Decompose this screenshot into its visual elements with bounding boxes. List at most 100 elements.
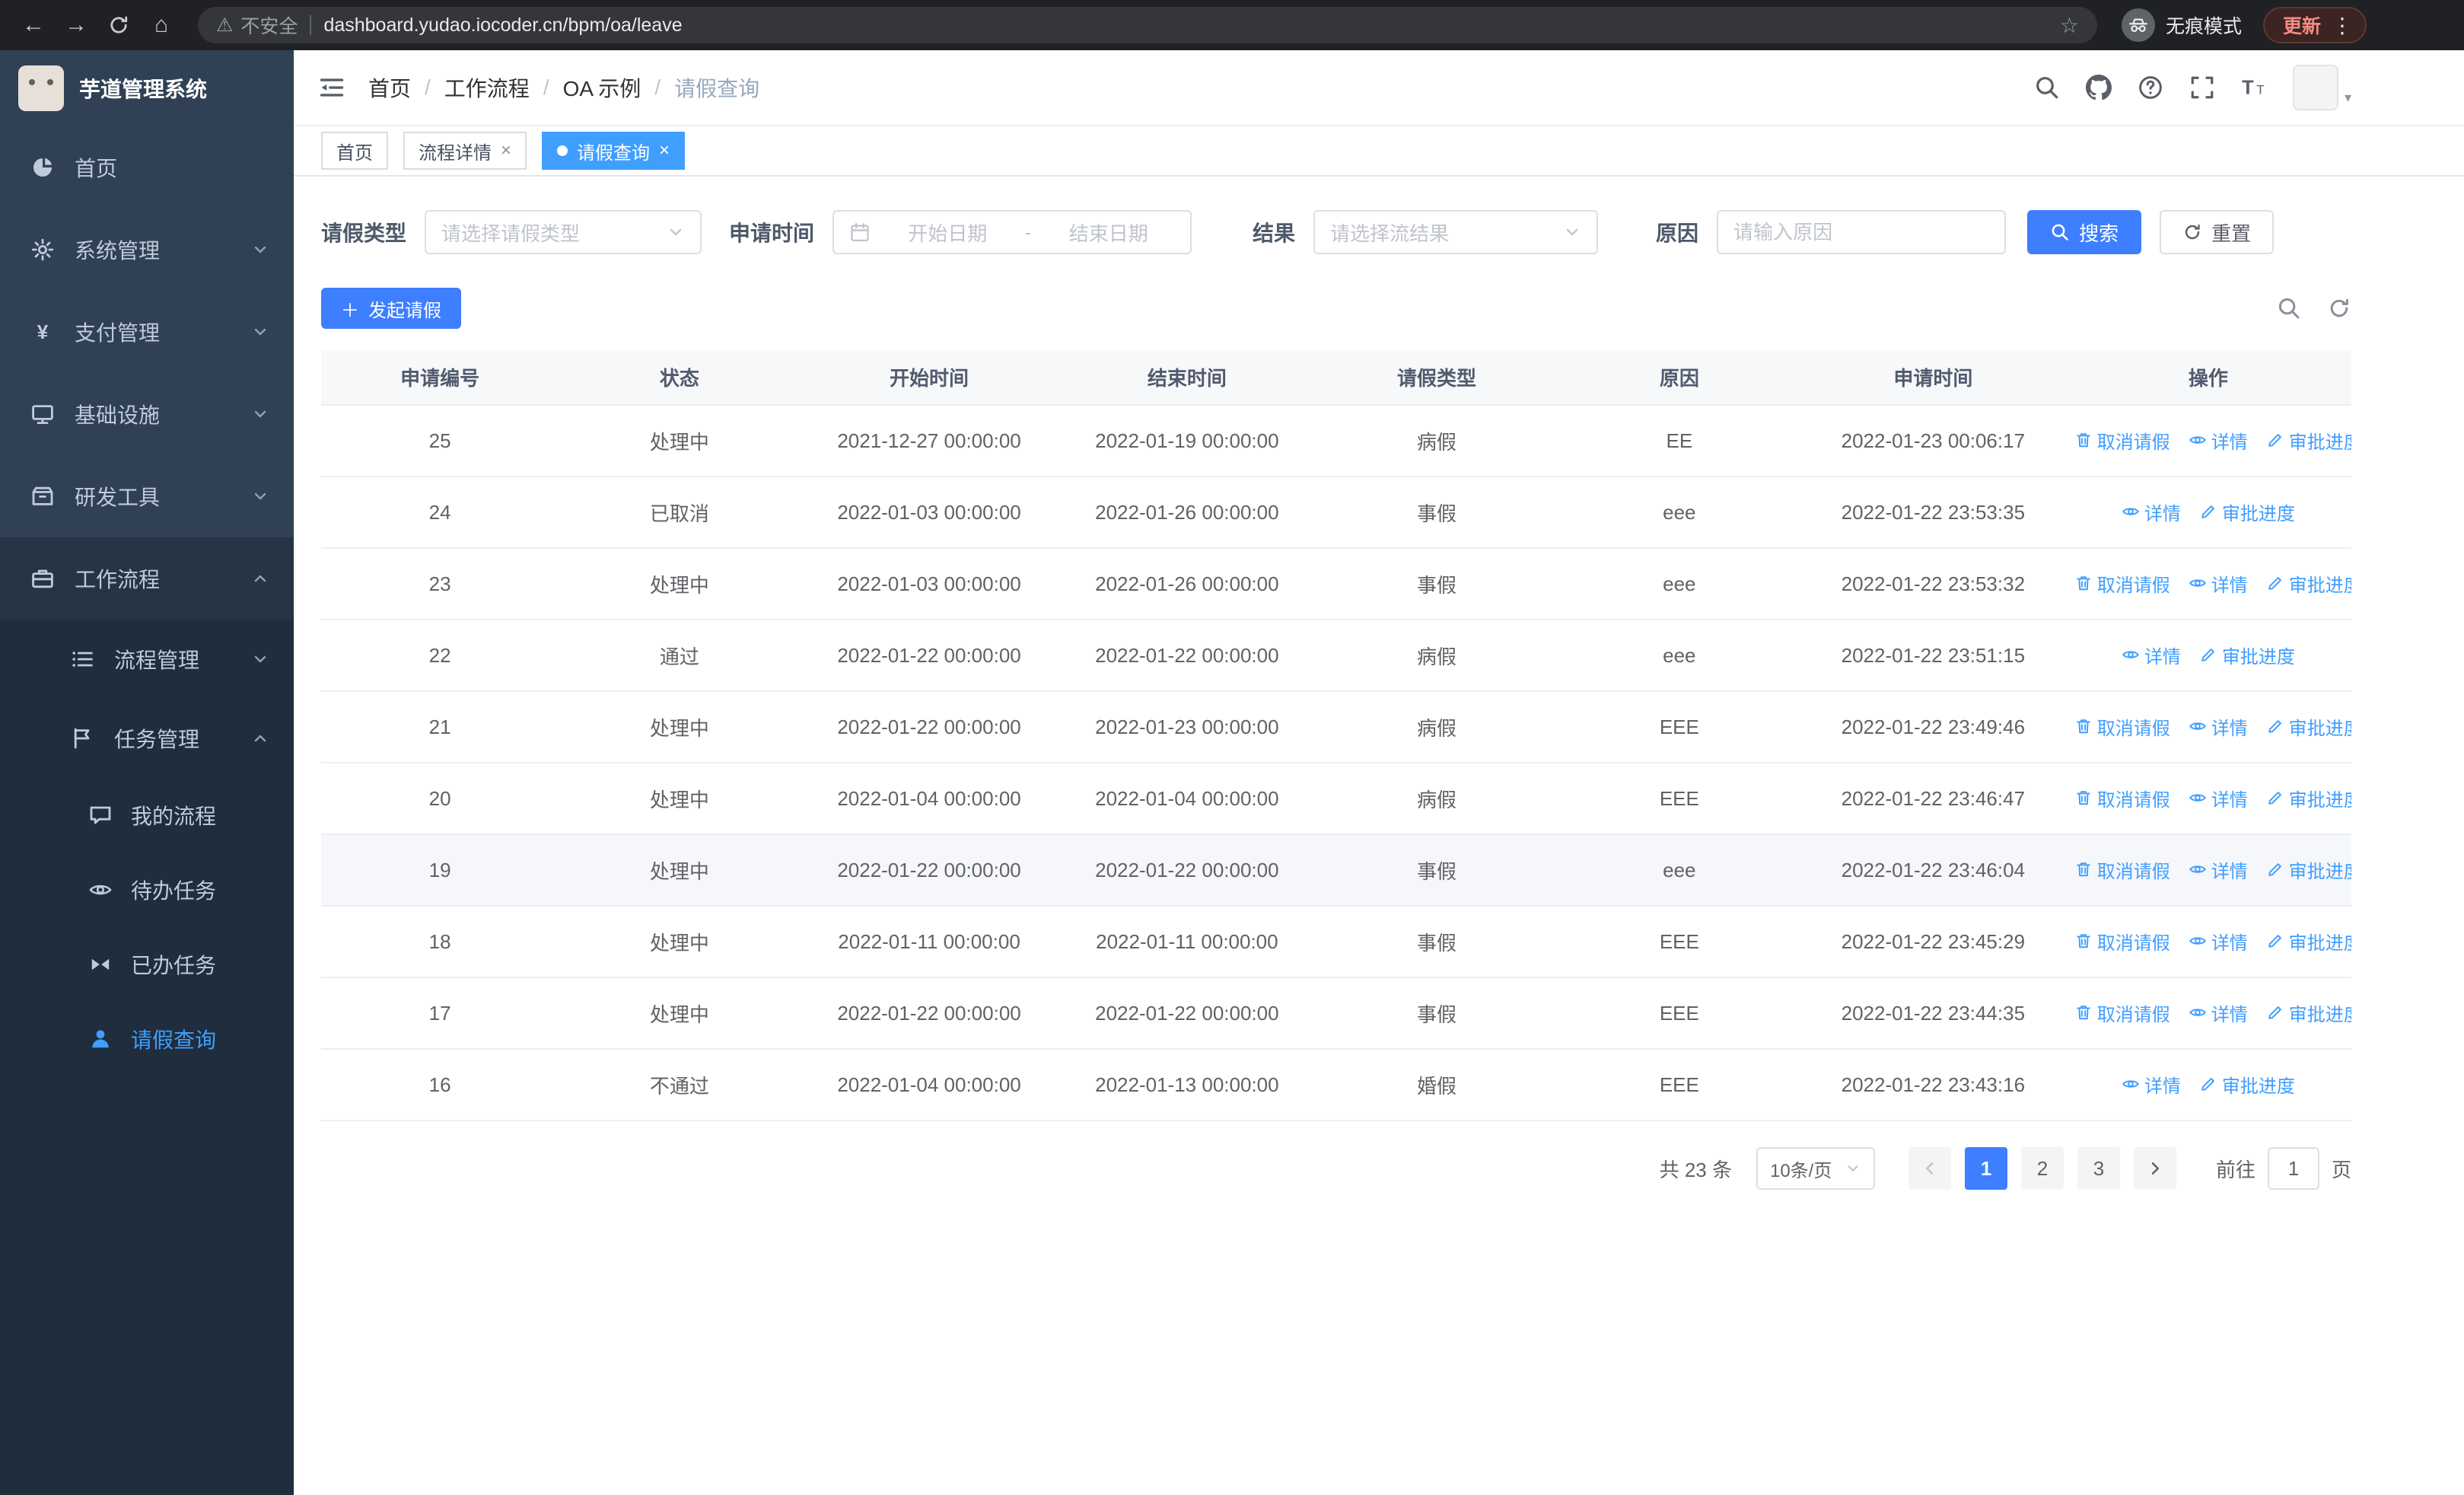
search-icon[interactable] — [2034, 75, 2060, 100]
help-icon[interactable] — [2138, 75, 2163, 100]
sidebar-item-workflow[interactable]: 工作流程 — [0, 537, 294, 620]
approval-progress-link[interactable]: 审批进度 — [2266, 856, 2351, 883]
update-button[interactable]: 更新 ⋮ — [2262, 7, 2367, 43]
sidebar-item-payment[interactable]: ¥ 支付管理 — [0, 291, 294, 373]
avatar[interactable] — [2292, 65, 2338, 110]
approval-progress-link[interactable]: 审批进度 — [2199, 499, 2295, 525]
sidebar-item-task-mgmt[interactable]: 任务管理 — [0, 699, 294, 778]
cell-actions: 详情 审批进度 — [2064, 477, 2351, 549]
chevron-down-icon — [1566, 228, 1578, 236]
cancel-leave-link[interactable]: 取消请假 — [2074, 856, 2170, 883]
chevron-down-icon — [254, 246, 266, 253]
breadcrumb-workflow[interactable]: 工作流程 — [444, 72, 530, 103]
reason-input[interactable] — [1733, 220, 1990, 244]
search-button[interactable]: 搜索 — [2027, 210, 2142, 254]
page-button-3[interactable]: 3 — [2077, 1147, 2120, 1190]
back-icon[interactable]: ← — [15, 7, 52, 43]
sidebar-item-devtools[interactable]: 研发工具 — [0, 455, 294, 537]
view-detail-link[interactable]: 详情 — [2122, 642, 2181, 668]
cancel-leave-link[interactable]: 取消请假 — [2074, 713, 2170, 740]
view-detail-link[interactable]: 详情 — [2189, 785, 2248, 811]
font-size-icon[interactable]: TT — [2241, 75, 2267, 100]
bookmark-star-icon[interactable]: ☆ — [2060, 13, 2079, 38]
cancel-leave-link[interactable]: 取消请假 — [2074, 785, 2170, 811]
sidebar-item-done-tasks[interactable]: 已办任务 — [0, 927, 294, 1002]
approval-progress-link[interactable]: 审批进度 — [2266, 570, 2351, 597]
breadcrumb-oa-example[interactable]: OA 示例 — [563, 72, 641, 103]
cell-leave-type: 病假 — [1316, 620, 1558, 692]
view-detail-link[interactable]: 详情 — [2189, 999, 2248, 1026]
approval-progress-link[interactable]: 审批进度 — [2199, 642, 2295, 668]
sidebar-item-infrastructure[interactable]: 基础设施 — [0, 373, 294, 455]
approval-progress-link[interactable]: 审批进度 — [2266, 999, 2351, 1026]
sidebar-item-leave-query[interactable]: 请假查询 — [0, 1002, 294, 1076]
view-detail-link[interactable]: 详情 — [2189, 570, 2248, 597]
forward-icon[interactable]: → — [58, 7, 94, 43]
goto-page: 前往 页 — [2216, 1147, 2351, 1190]
plus-icon: ＋ — [341, 300, 359, 321]
security-warning[interactable]: ⚠ 不安全 — [216, 11, 298, 39]
browser-chrome: ← → ⌂ ⚠ 不安全 dashboard.yudao.iocoder.cn/b… — [0, 0, 2464, 50]
cancel-leave-link[interactable]: 取消请假 — [2074, 999, 2170, 1026]
approval-progress-link[interactable]: 审批进度 — [2266, 785, 2351, 811]
cell-apply-time: 2022-01-22 23:53:35 — [1800, 477, 2065, 549]
cancel-leave-link[interactable]: 取消请假 — [2074, 928, 2170, 955]
table-row: 25 处理中 2021-12-27 00:00:00 2022-01-19 00… — [321, 405, 2351, 477]
cancel-leave-link[interactable]: 取消请假 — [2074, 427, 2170, 454]
breadcrumb-home[interactable]: 首页 — [368, 72, 411, 103]
active-tab-dot — [557, 145, 568, 156]
home-icon[interactable]: ⌂ — [143, 7, 180, 43]
tab-leave-query[interactable]: 请假查询 × — [542, 132, 686, 170]
page-button-1[interactable]: 1 — [1964, 1147, 2007, 1190]
cancel-leave-link[interactable]: 取消请假 — [2074, 570, 2170, 597]
approval-progress-link[interactable]: 审批进度 — [2199, 1071, 2295, 1098]
view-detail-link[interactable]: 详情 — [2189, 928, 2248, 955]
cell-apply-time: 2022-01-22 23:46:47 — [1800, 763, 2065, 835]
approval-progress-link[interactable]: 审批进度 — [2266, 427, 2351, 454]
reset-button[interactable]: 重置 — [2160, 210, 2275, 254]
github-icon[interactable] — [2085, 75, 2112, 100]
page-button-2[interactable]: 2 — [2020, 1147, 2064, 1190]
view-detail-link[interactable]: 详情 — [2189, 713, 2248, 740]
goto-page-input[interactable] — [2267, 1147, 2319, 1190]
page-size-select[interactable]: 10条/页 — [1756, 1147, 1875, 1190]
hide-search-icon[interactable] — [2277, 296, 2301, 320]
user-menu[interactable]: ▾ — [2292, 65, 2351, 110]
fullscreen-icon[interactable] — [2189, 75, 2215, 100]
tags-view-bar: 首页 流程详情 × 请假查询 × — [294, 126, 2464, 177]
approval-progress-link[interactable]: 审批进度 — [2266, 928, 2351, 955]
reload-icon[interactable] — [100, 7, 137, 43]
cell-status: 处理中 — [559, 834, 801, 907]
result-select[interactable]: 请选择流结果 — [1313, 210, 1599, 254]
close-icon[interactable]: × — [659, 142, 670, 160]
create-leave-button[interactable]: ＋ 发起请假 — [321, 288, 461, 329]
cell-apply-no: 24 — [321, 477, 559, 549]
tab-process-detail[interactable]: 流程详情 × — [403, 132, 527, 170]
sidebar-item-todo-tasks[interactable]: 待办任务 — [0, 853, 294, 927]
cell-apply-time: 2022-01-22 23:49:46 — [1800, 691, 2065, 763]
sidebar-item-my-process[interactable]: 我的流程 — [0, 778, 294, 853]
sidebar-item-home[interactable]: 首页 — [0, 126, 294, 209]
sidebar-item-system[interactable]: 系统管理 — [0, 209, 294, 291]
leave-type-select[interactable]: 请选择请假类型 — [425, 210, 702, 254]
gear-icon — [30, 237, 55, 262]
view-detail-link[interactable]: 详情 — [2122, 499, 2181, 525]
collapse-sidebar-icon[interactable] — [318, 74, 345, 101]
approval-progress-link[interactable]: 审批进度 — [2266, 713, 2351, 740]
table-row: 16 不通过 2022-01-04 00:00:00 2022-01-13 00… — [321, 1049, 2351, 1121]
close-icon[interactable]: × — [501, 142, 511, 160]
address-bar[interactable]: ⚠ 不安全 dashboard.yudao.iocoder.cn/bpm/oa/… — [198, 7, 2097, 43]
view-detail-link[interactable]: 详情 — [2122, 1071, 2181, 1098]
browser-menu-icon[interactable]: ⋮ — [2332, 13, 2353, 38]
refresh-table-icon[interactable] — [2327, 296, 2351, 320]
chevron-up-icon — [254, 575, 266, 582]
prev-page-button[interactable] — [1908, 1147, 1951, 1190]
tab-home[interactable]: 首页 — [321, 132, 388, 170]
date-range-picker[interactable]: 开始日期 - 结束日期 — [832, 210, 1192, 254]
view-detail-link[interactable]: 详情 — [2189, 856, 2248, 883]
leave-table: 申请编号 状态 开始时间 结束时间 请假类型 原因 申请时间 操作 25 处理中… — [321, 350, 2351, 1121]
col-status: 状态 — [559, 350, 801, 406]
next-page-button[interactable] — [2133, 1147, 2176, 1190]
sidebar-item-process-mgmt[interactable]: 流程管理 — [0, 620, 294, 699]
view-detail-link[interactable]: 详情 — [2189, 427, 2248, 454]
